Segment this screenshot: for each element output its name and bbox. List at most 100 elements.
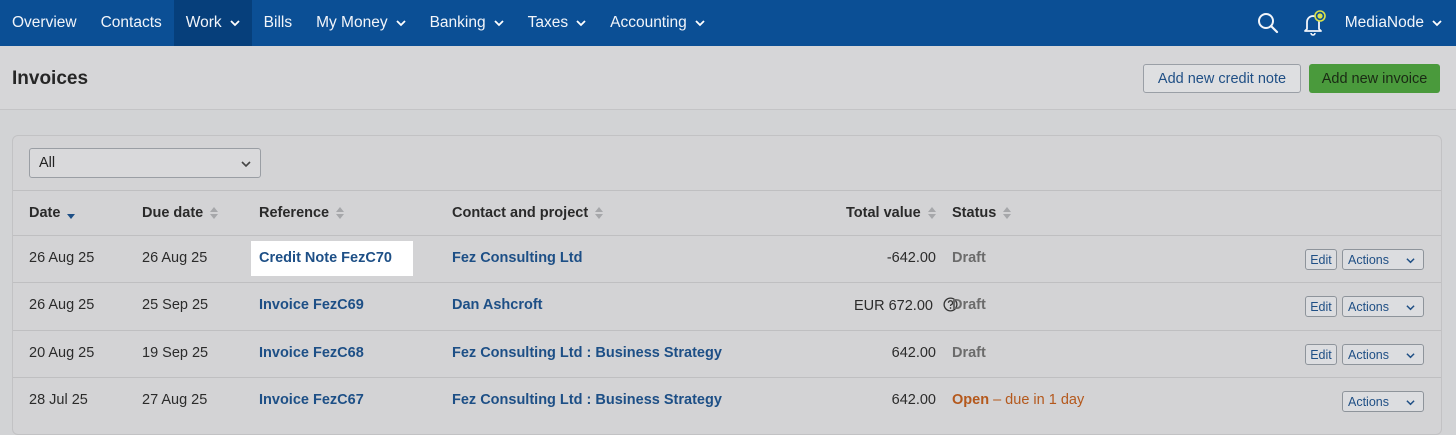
cell-date: 28 Jul 25 [29, 392, 88, 408]
cell-total: 642.00 [891, 345, 936, 361]
notifications-button[interactable] [1291, 0, 1337, 46]
edit-button[interactable]: Edit [1305, 296, 1337, 317]
cell-due-date: 27 Aug 25 [142, 392, 208, 408]
contact-link[interactable]: Dan Ashcroft [452, 297, 543, 313]
actions-label: Actions [1348, 394, 1389, 409]
contact-link[interactable]: Fez Consulting Ltd [452, 250, 582, 266]
reference-link[interactable]: Invoice FezC68 [259, 345, 364, 361]
page-title: Invoices [12, 68, 89, 89]
actions-label: Actions [1348, 347, 1389, 362]
cell-date: 26 Aug 25 [29, 250, 95, 266]
page-header: Invoices Add new credit note Add new inv… [0, 46, 1456, 110]
nav-item-taxes[interactable]: Taxes [516, 0, 599, 46]
nav-item-work[interactable]: Work [173, 0, 252, 46]
actions-label: Actions [1348, 252, 1389, 267]
column-header-contact[interactable]: Contact and project [452, 205, 604, 221]
nav-item-label: My Money [316, 14, 388, 31]
column-label: Due date [142, 205, 204, 221]
status-badge: Open [952, 392, 990, 408]
divider [13, 282, 1441, 283]
column-label: Contact and project [452, 205, 589, 221]
nav-item-my-money[interactable]: My Money [304, 0, 418, 46]
divider [13, 377, 1441, 378]
chevron-down-icon [395, 20, 406, 27]
nav-item-label: Banking [429, 14, 486, 31]
nav-item-accounting[interactable]: Accounting [598, 0, 717, 46]
column-label: Status [952, 205, 997, 221]
chevron-down-icon [1406, 400, 1415, 406]
chevron-down-icon [1406, 305, 1415, 311]
add-invoice-button[interactable]: Add new invoice [1309, 64, 1440, 93]
cell-due-date: 19 Sep 25 [142, 345, 209, 361]
chevron-down-icon [695, 20, 705, 27]
status-badge: Draft [952, 297, 986, 313]
sort-descending-icon [67, 214, 76, 219]
search-button[interactable] [1245, 0, 1291, 46]
nav-item-banking[interactable]: Banking [418, 0, 516, 46]
contact-link[interactable]: Fez Consulting Ltd : Business Strategy [452, 345, 722, 361]
cell-due-date: 26 Aug 25 [142, 250, 208, 266]
bell-icon [1303, 10, 1326, 36]
actions-button[interactable]: Actions [1342, 249, 1424, 270]
nav-item-label: Accounting [610, 14, 687, 31]
reference-link[interactable]: Credit Note FezC70 [259, 250, 392, 266]
nav-item-overview[interactable]: Overview [0, 0, 89, 46]
sort-icon [927, 207, 936, 219]
reference-link[interactable]: Invoice FezC69 [259, 297, 364, 313]
actions-label: Actions [1348, 299, 1389, 314]
chevron-down-icon [1406, 353, 1415, 359]
column-label: Reference [259, 205, 330, 221]
cell-total: -642.00 [886, 250, 936, 266]
nav-item-label: Taxes [527, 14, 569, 31]
nav-right-group: MediaNode [1245, 0, 1456, 46]
account-name: MediaNode [1344, 14, 1424, 31]
column-header-due-date[interactable]: Due date [142, 205, 219, 221]
cell-total: EUR 672.00 [854, 297, 958, 314]
column-header-status[interactable]: Status [952, 205, 1012, 221]
nav-item-label: Overview [12, 14, 77, 31]
sort-icon [1003, 207, 1012, 219]
filter-selected-value: All [39, 155, 56, 171]
chevron-down-icon [1406, 258, 1415, 264]
nav-item-label: Contacts [100, 14, 162, 31]
nav-item-label: Work [185, 14, 222, 31]
column-label: Date [29, 205, 61, 221]
sort-icon [336, 207, 345, 219]
actions-button[interactable]: Actions [1342, 296, 1424, 317]
search-icon [1257, 13, 1278, 34]
status-badge: Draft [952, 345, 986, 361]
status-detail: – due in 1 day [993, 392, 1085, 408]
edit-button[interactable]: Edit [1305, 249, 1337, 270]
invoices-panel [12, 135, 1442, 435]
actions-button[interactable]: Actions [1342, 344, 1424, 365]
column-header-total[interactable]: Total value [846, 205, 936, 221]
chevron-down-icon [1432, 20, 1442, 27]
cell-due-date: 25 Sep 25 [142, 297, 209, 313]
chevron-down-icon [230, 20, 240, 27]
account-menu[interactable]: MediaNode [1337, 14, 1456, 32]
status-badge: Draft [952, 250, 986, 266]
chevron-down-icon [493, 20, 504, 27]
cell-total: 642.00 [891, 392, 936, 408]
cell-date: 20 Aug 25 [29, 345, 95, 361]
nav-item-label: Bills [263, 14, 293, 31]
top-navigation: Overview Contacts Work Bills My Money Ba… [0, 0, 1456, 46]
actions-button[interactable]: Actions [1342, 391, 1424, 412]
column-header-reference[interactable]: Reference [259, 205, 345, 221]
reference-link[interactable]: Invoice FezC67 [259, 392, 364, 408]
sort-icon [210, 207, 219, 219]
divider [13, 190, 1441, 191]
contact-link[interactable]: Fez Consulting Ltd : Business Strategy [452, 392, 722, 408]
sort-icon [595, 207, 604, 219]
chevron-down-icon [241, 161, 251, 168]
edit-button[interactable]: Edit [1305, 344, 1337, 365]
add-credit-note-button[interactable]: Add new credit note [1143, 64, 1301, 93]
status-cell: Open – due in 1 day [952, 392, 1084, 408]
status-filter-select[interactable]: All [29, 148, 261, 178]
chevron-down-icon [576, 20, 586, 27]
cell-date: 26 Aug 25 [29, 297, 95, 313]
nav-item-contacts[interactable]: Contacts [89, 0, 174, 46]
column-header-date[interactable]: Date [29, 205, 76, 221]
divider [13, 235, 1441, 236]
nav-item-bills[interactable]: Bills [252, 0, 304, 46]
